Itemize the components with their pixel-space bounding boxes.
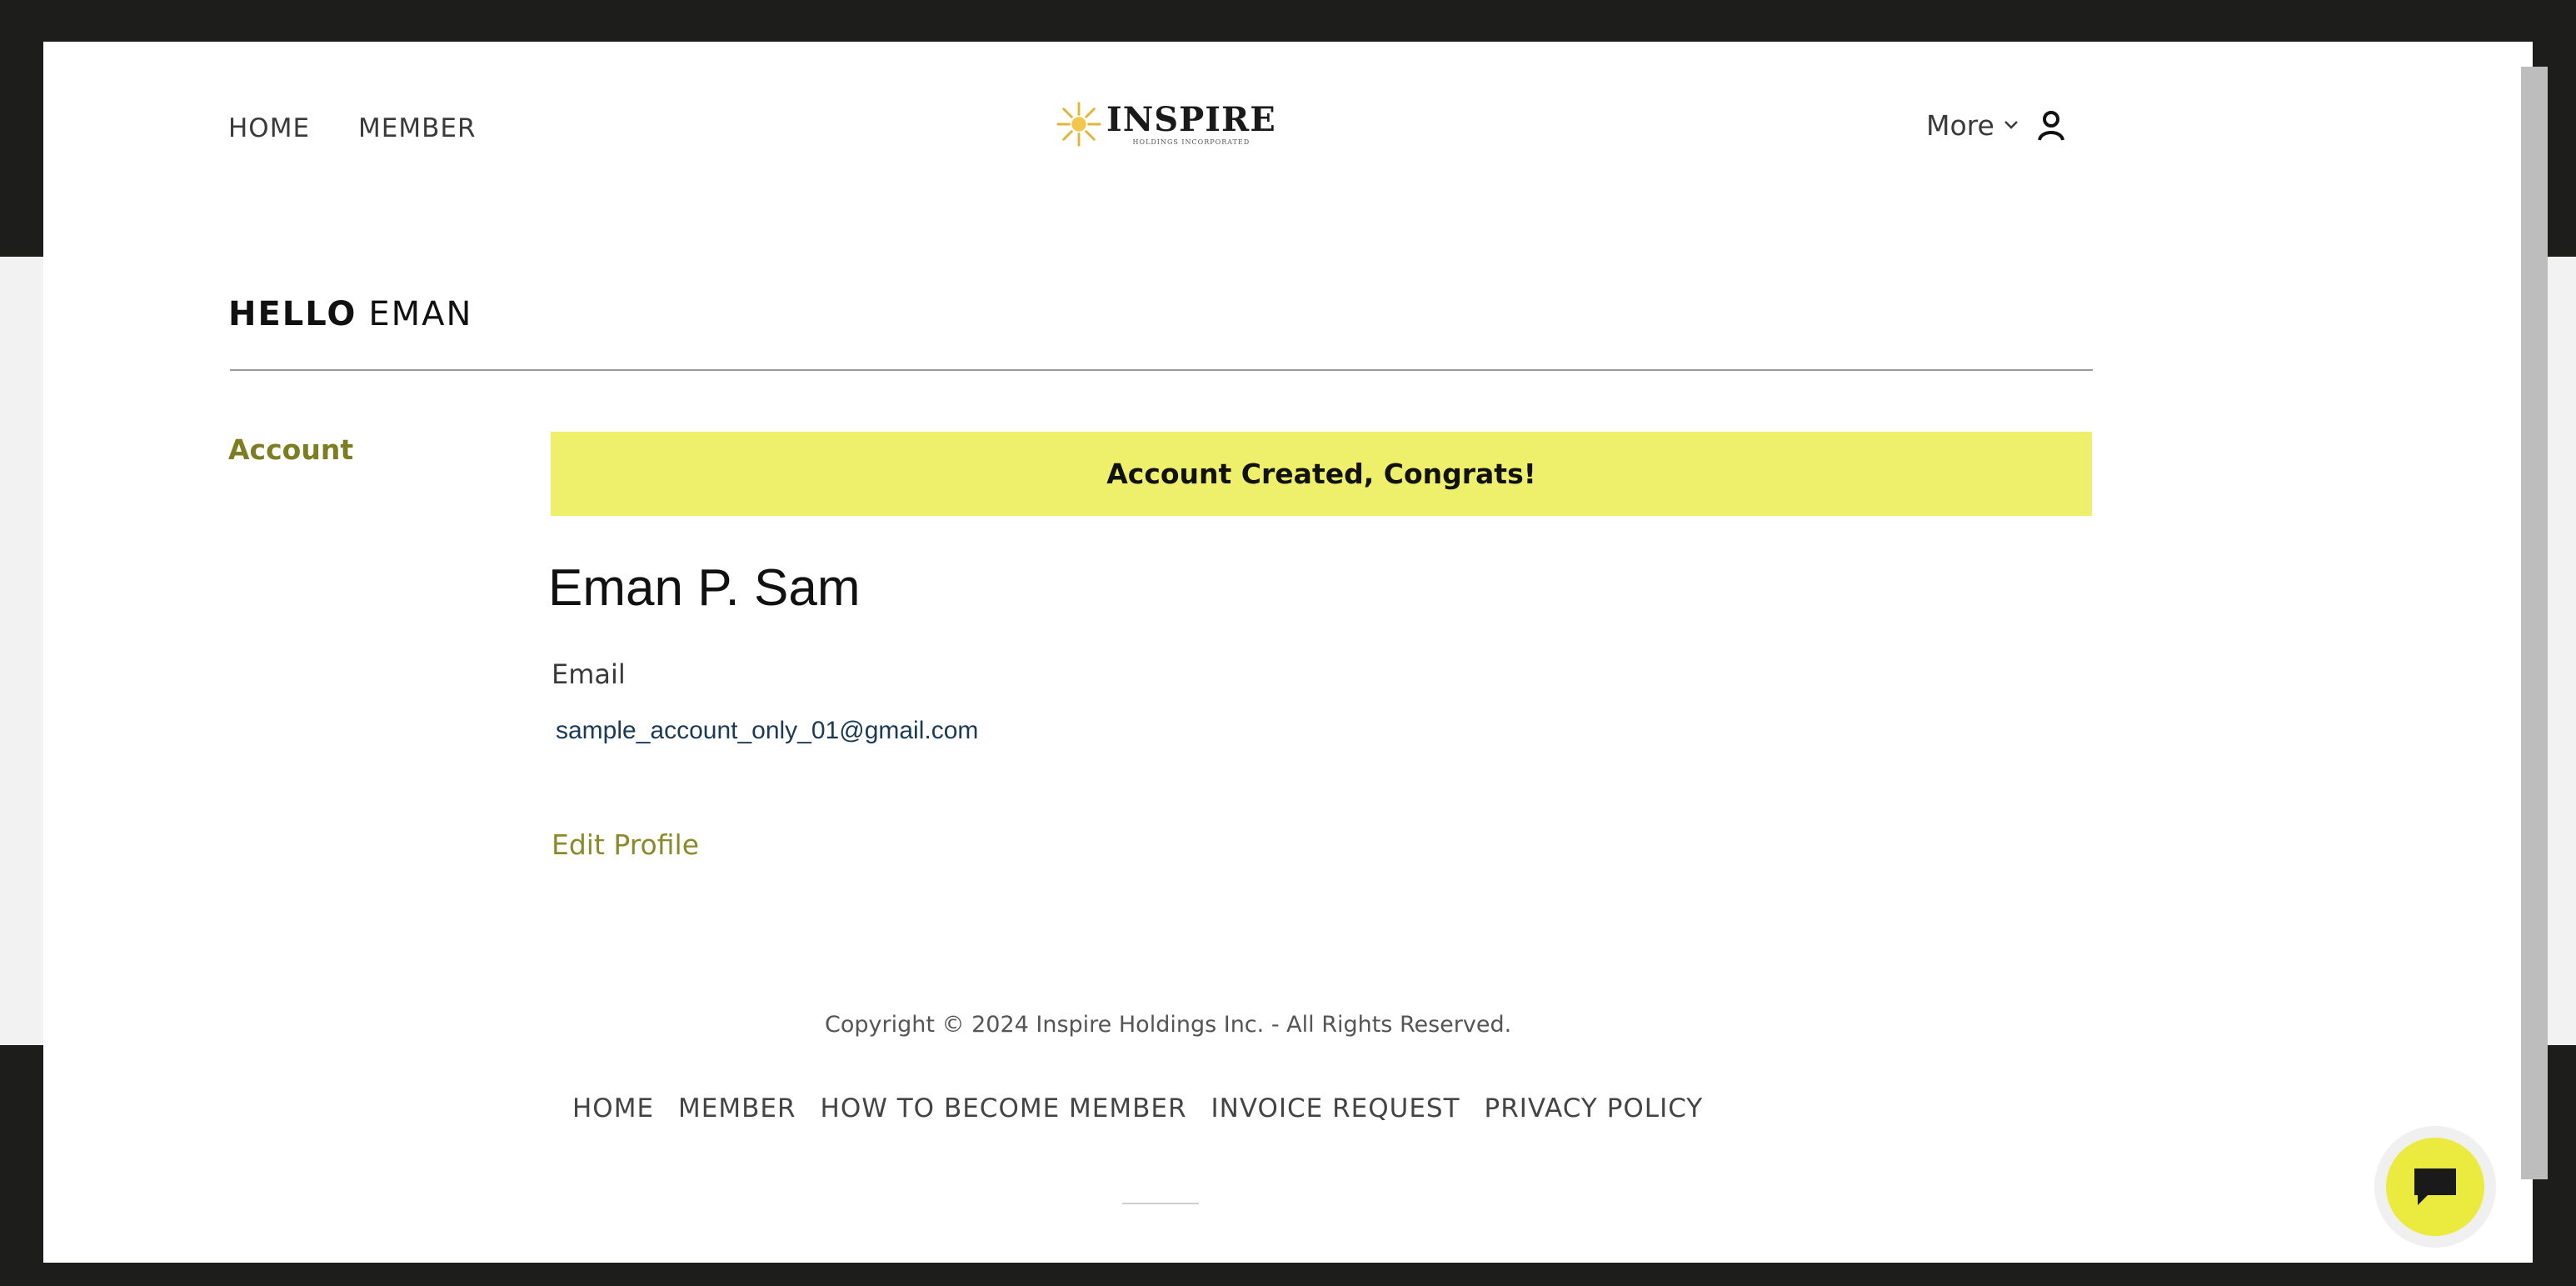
more-label: More (1926, 108, 1994, 142)
success-banner-text: Account Created, Congrats! (1106, 458, 1536, 490)
scrollbar[interactable] (2521, 67, 2548, 1179)
footer-copyright: Copyright © 2024 Inspire Holdings Inc. -… (825, 1012, 1512, 1038)
page: HOME MEMBER INSPIRE HOLDINGS INCORPORATE… (43, 42, 2533, 1263)
logo-wordmark: INSPIRE (1106, 99, 1276, 139)
header-actions: More (1926, 108, 2068, 142)
header-nav: HOME MEMBER (228, 113, 477, 143)
page-title: HELLO EMAN (228, 295, 472, 333)
success-banner: Account Created, Congrats! (551, 432, 2092, 516)
title-divider (230, 369, 2093, 371)
footer-member-link[interactable]: MEMBER (678, 1093, 796, 1123)
hello-user-name: EMAN (368, 295, 473, 333)
chat-button[interactable] (2386, 1138, 2484, 1236)
footer-how-to-become-member-link[interactable]: HOW TO BECOME MEMBER (821, 1093, 1187, 1123)
email-label: Email (552, 658, 626, 690)
more-menu-button[interactable]: More (1926, 109, 2019, 142)
footer-privacy-policy-link[interactable]: PRIVACY POLICY (1485, 1093, 1704, 1123)
logo-tagline: HOLDINGS INCORPORATED (1132, 138, 1251, 146)
footer-home-link[interactable]: HOME (572, 1093, 654, 1123)
footer-divider (1122, 1203, 1199, 1204)
footer-invoice-request-link[interactable]: INVOICE REQUEST (1211, 1093, 1460, 1123)
chat-icon (2414, 1168, 2456, 1205)
sidebar-item-account[interactable]: Account (228, 433, 353, 466)
chevron-down-icon (2004, 121, 2018, 129)
user-icon[interactable] (2034, 108, 2068, 142)
nav-home-link[interactable]: HOME (228, 113, 310, 143)
nav-member-link[interactable]: MEMBER (358, 113, 476, 143)
hello-greeting: HELLO (228, 295, 357, 333)
edit-profile-link[interactable]: Edit Profile (552, 828, 699, 861)
footer-nav: HOME MEMBER HOW TO BECOME MEMBER INVOICE… (572, 1093, 1703, 1123)
sun-logo-icon (1056, 102, 1101, 147)
site-logo[interactable]: INSPIRE HOLDINGS INCORPORATED (1055, 100, 1276, 148)
profile-full-name: Eman P. Sam (548, 559, 861, 617)
email-value: sample_account_only_01@gmail.com (556, 717, 979, 744)
